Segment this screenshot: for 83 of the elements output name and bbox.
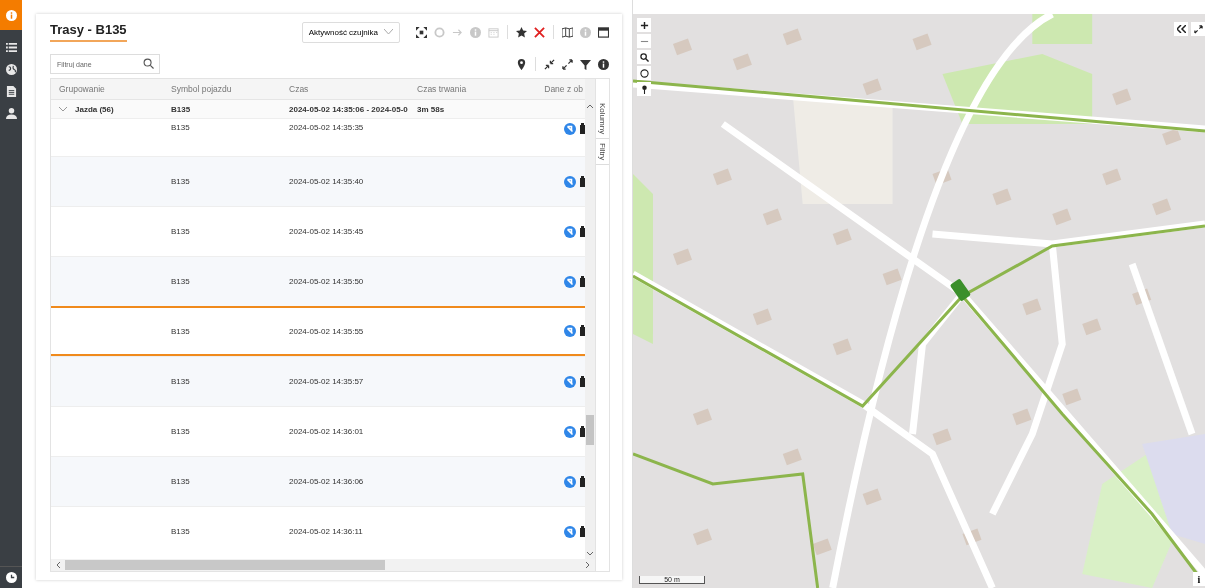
table-row[interactable]: B135 2024-05-02 14:35:57 (51, 356, 585, 406)
battery-icon (580, 225, 585, 237)
chevron-right-icon[interactable] (585, 561, 591, 569)
table-cell-text: B135 (170, 277, 191, 286)
table-cell-text: B135 (170, 477, 191, 486)
direction-icon (564, 525, 576, 538)
sensor-dropdown[interactable]: Aktywność czujnika (301, 21, 400, 43)
panel-title: Trasy - B135 (50, 22, 127, 42)
battery-icon (580, 475, 585, 487)
battery-icon (580, 525, 585, 537)
zoom-in-button[interactable] (637, 18, 651, 32)
window-icon[interactable] (597, 25, 610, 39)
direction-icon (564, 275, 576, 288)
column-header[interactable]: Grupowanie (51, 84, 163, 94)
battery-icon (580, 375, 585, 387)
direction-icon (564, 425, 576, 438)
table-cell-text: B135 (170, 123, 191, 132)
direction-icon (564, 325, 576, 337)
column-header[interactable]: Czas (281, 84, 409, 94)
table-cell-text: B135 (170, 104, 192, 114)
table-cell-text: 2024-05-02 14:36:11 (288, 527, 364, 536)
table-cell-text: B135 (170, 527, 191, 536)
table-cell-text: 2024-05-02 14:35:35 (288, 123, 365, 132)
chevron-down-icon[interactable] (59, 106, 67, 112)
column-header[interactable]: Dane z ob (513, 84, 585, 94)
table-cell-text: B135 (170, 427, 191, 436)
direction-icon (564, 475, 576, 488)
table-cell-text: B135 (170, 377, 191, 386)
column-header[interactable]: Czas trwania (409, 84, 513, 94)
table-cell-text: 3m 58s (416, 104, 446, 114)
direction-icon (564, 123, 576, 135)
chevron-left-icon[interactable] (55, 561, 61, 569)
chevron-down-icon (384, 29, 393, 35)
table-cell-text: B135 (170, 326, 191, 336)
fit-icon[interactable] (415, 25, 428, 39)
table-cell-text: 2024-05-02 14:36:06 (288, 477, 365, 486)
scroll-thumb[interactable] (586, 415, 594, 445)
table-cell-text: 2024-05-02 14:35:55 (288, 326, 365, 336)
map-icon[interactable] (561, 25, 574, 39)
battery-icon (580, 275, 585, 287)
pin-icon[interactable] (637, 82, 651, 96)
plus-icon (639, 20, 649, 30)
table-row[interactable]: B135 2024-05-02 14:36:06 (51, 456, 585, 506)
horizontal-scrollbar[interactable] (51, 559, 595, 571)
collapse-icon[interactable] (543, 57, 556, 71)
table-cell-text: 2024-05-02 14:35:50 (288, 277, 365, 286)
direction-icon (564, 225, 576, 238)
table-cell-text: 2024-05-02 14:36:01 (288, 427, 365, 436)
table-row[interactable]: B135 2024-05-02 14:35:55 (51, 306, 585, 356)
search-glyph-icon (639, 52, 649, 62)
info-icon[interactable] (597, 57, 610, 71)
expand-icon[interactable] (1191, 22, 1205, 36)
expand-icon[interactable] (561, 57, 574, 71)
close-icon[interactable] (533, 25, 546, 39)
table-cell-text: 2024-05-02 14:35:40 (288, 177, 365, 186)
collapse-panel-icon[interactable] (1174, 22, 1188, 36)
filter-icon[interactable] (579, 57, 592, 71)
table-row[interactable]: B135 2024-05-02 14:36:11 (51, 506, 585, 556)
info-button[interactable]: i (1193, 572, 1205, 586)
battery-icon (580, 123, 585, 134)
circle-glyph-icon (639, 68, 649, 78)
pin-glyph-icon (639, 84, 649, 94)
direction-icon (564, 175, 576, 188)
table-row[interactable]: B135 2024-05-02 14:35:50 (51, 256, 585, 306)
table-cell-text: 2024-05-02 14:35:45 (288, 227, 365, 236)
table-cell-text: 2024-05-02 14:35:06 - 2024-05-0 (288, 104, 409, 114)
pin-icon[interactable] (515, 57, 528, 71)
chevron-up-icon[interactable] (586, 103, 594, 109)
chevron-down-icon[interactable] (586, 551, 594, 557)
table-row[interactable]: B135 2024-05-02 14:35:40 (51, 156, 585, 206)
battery-icon (580, 325, 585, 336)
group-label: Jazda (56) (75, 104, 114, 114)
table-cell-text: 2024-05-02 14:35:57 (288, 377, 365, 386)
scroll-thumb[interactable] (65, 560, 385, 570)
column-header[interactable]: Symbol pojazdu (163, 84, 281, 94)
star-icon[interactable] (515, 25, 528, 39)
table-cell-text: B135 (170, 177, 191, 186)
direction-icon (564, 375, 576, 388)
battery-icon (580, 175, 585, 187)
search-icon[interactable] (143, 58, 154, 69)
search-icon[interactable] (637, 50, 651, 64)
battery-icon (580, 425, 585, 437)
table-cell-text: B135 (170, 227, 191, 236)
